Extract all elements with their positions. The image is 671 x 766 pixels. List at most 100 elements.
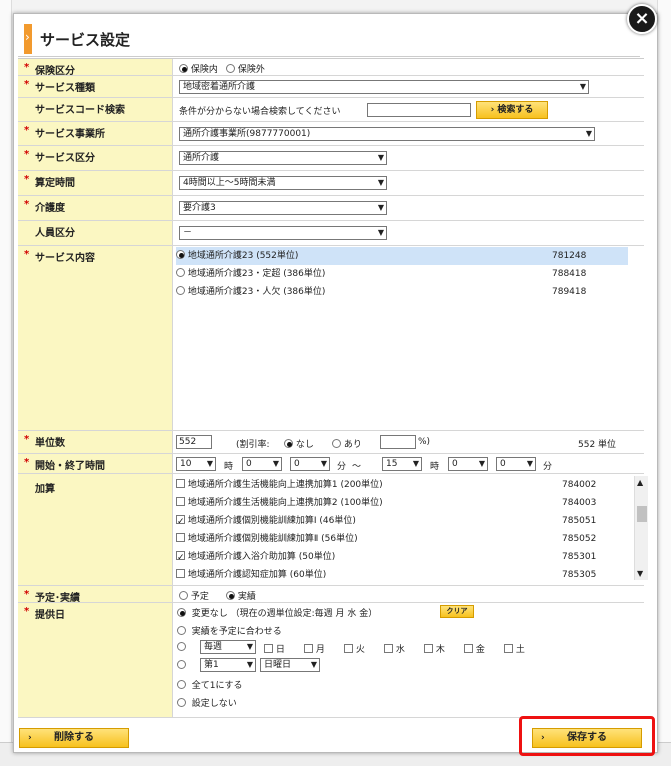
row-service-class: * サービス区分 通所介護 ▼ <box>18 146 644 171</box>
radio-icon[interactable] <box>226 591 235 600</box>
checkbox-icon[interactable] <box>384 644 393 653</box>
radio-icon[interactable] <box>177 626 186 635</box>
service-content-item[interactable]: 地域通所介護23・人欠 (386単位) 789418 <box>176 283 628 301</box>
clear-button[interactable]: クリア <box>440 605 474 618</box>
radio-icon[interactable] <box>332 439 341 448</box>
radio-icon[interactable] <box>176 286 185 295</box>
checkbox-icon[interactable] <box>176 513 185 531</box>
discount-yes-option[interactable]: あり <box>332 437 362 450</box>
start-minute1-select[interactable]: 0 ▼ <box>242 457 282 471</box>
close-button[interactable]: × <box>627 4 657 34</box>
end-minute1-select[interactable]: 0 ▼ <box>448 457 488 471</box>
additions-scrollbar[interactable]: ▲ ▼ <box>634 476 648 580</box>
radio-icon[interactable] <box>284 439 293 448</box>
radio-icon[interactable] <box>176 250 185 259</box>
staff-class-label: 人員区分 <box>35 228 75 239</box>
checkbox-icon[interactable] <box>176 497 185 506</box>
radio-icon[interactable] <box>177 608 186 617</box>
checkbox-icon[interactable] <box>176 533 185 542</box>
code-search-input[interactable] <box>367 103 471 117</box>
provider-label: サービス事業所 <box>35 129 105 140</box>
scroll-up-icon[interactable]: ▲ <box>637 478 643 487</box>
code-search-label: サービスコード検索 <box>35 105 125 116</box>
insurance-option-out[interactable]: 保険外 <box>226 62 265 75</box>
chevron-down-icon: ▼ <box>310 660 317 669</box>
plan-option[interactable]: 予定 <box>179 589 209 602</box>
scroll-down-icon[interactable]: ▼ <box>637 569 643 578</box>
row-code-search: サービスコード検索 条件が分からない場合検索してください › 検索する <box>18 98 644 122</box>
weekday-select[interactable]: 日曜日 ▼ <box>260 658 320 672</box>
units-label: 単位数 <box>35 438 65 449</box>
checkbox-icon[interactable] <box>424 644 433 653</box>
addition-item[interactable]: 地域通所介護認知症加算 (60単位) 785305 <box>176 566 632 580</box>
service-type-select[interactable]: 地域密着通所介護 ▼ <box>179 80 589 94</box>
checkbox-icon[interactable] <box>304 644 313 653</box>
row-service-type: * サービス種類 地域密着通所介護 ▼ <box>18 76 644 98</box>
checkbox-icon[interactable] <box>176 549 185 567</box>
day-checkbox[interactable]: 木 <box>424 642 445 655</box>
day-checkbox[interactable]: 金 <box>464 642 485 655</box>
additions-list[interactable]: 地域通所介護生活機能向上連携加算1 (200単位) 784002 地域通所介護生活… <box>176 476 648 580</box>
provide-date-option-none[interactable]: 設定しない <box>177 696 237 709</box>
provide-date-option-weekly[interactable] <box>177 642 186 653</box>
start-minute2-select[interactable]: 0 ▼ <box>290 457 330 471</box>
code-search-prompt: 条件が分からない場合検索してください <box>179 107 341 117</box>
discount-none-option[interactable]: なし <box>284 437 314 450</box>
checkbox-icon[interactable] <box>176 569 185 578</box>
checkbox-icon[interactable] <box>176 479 185 488</box>
required-mark: * <box>24 62 30 73</box>
frequency-select[interactable]: 毎週 ▼ <box>200 640 256 654</box>
day-checkbox[interactable]: 日 <box>264 642 285 655</box>
delete-button[interactable]: › 削除する <box>19 728 129 748</box>
provider-select[interactable]: 通所介護事業所(9877770001) ▼ <box>179 127 595 141</box>
chevron-down-icon: ▼ <box>377 228 384 237</box>
day-checkbox[interactable]: 火 <box>344 642 365 655</box>
checkbox-icon[interactable] <box>504 644 513 653</box>
radio-icon[interactable] <box>177 660 186 669</box>
end-hour-select[interactable]: 15 ▼ <box>382 457 422 471</box>
radio-icon[interactable] <box>179 591 188 600</box>
checkbox-icon[interactable] <box>344 644 353 653</box>
week-number-select[interactable]: 第1 ▼ <box>200 658 256 672</box>
save-button[interactable]: › 保存する <box>532 728 642 748</box>
provide-date-option-nochange[interactable]: 変更なし （現在の週単位設定:毎週 月 水 金） <box>177 606 377 619</box>
day-checkbox[interactable]: 土 <box>504 642 525 655</box>
radio-icon[interactable] <box>177 698 186 707</box>
service-content-item[interactable]: 地域通所介護23 (552単位) 781248 <box>176 247 628 265</box>
radio-icon[interactable] <box>177 642 186 651</box>
units-input[interactable]: 552 <box>176 435 212 449</box>
care-level-select[interactable]: 要介護3 ▼ <box>179 201 387 215</box>
checkbox-icon[interactable] <box>464 644 473 653</box>
service-class-select[interactable]: 通所介護 ▼ <box>179 151 387 165</box>
addition-item[interactable]: 地域通所介護生活機能向上連携加算2 (100単位) 784003 <box>176 494 632 512</box>
addition-item[interactable]: 地域通所介護個別機能訓練加算Ⅱ (56単位) 785052 <box>176 530 632 548</box>
addition-item[interactable]: 地域通所介護個別機能訓練加算Ⅰ (46単位)785051 <box>176 512 632 531</box>
insurance-option-in[interactable]: 保険内 <box>179 62 218 75</box>
row-provider: * サービス事業所 通所介護事業所(9877770001) ▼ <box>18 122 644 146</box>
day-checkbox[interactable]: 水 <box>384 642 405 655</box>
start-hour-select[interactable]: 10 ▼ <box>176 457 216 471</box>
discount-rate-input[interactable] <box>380 435 416 449</box>
row-care-level: * 介護度 要介護3 ▼ <box>18 196 644 221</box>
row-additions: 加算 地域通所介護生活機能向上連携加算1 (200単位) 784002 地域通所介… <box>18 474 648 586</box>
row-service-content: * サービス内容 地域通所介護23 (552単位) 781248 地域通所介護23・… <box>18 246 644 431</box>
radio-icon[interactable] <box>177 680 186 689</box>
addition-item[interactable]: 地域通所介護入浴介助加算 (50単位)785301 <box>176 548 632 567</box>
day-checkbox[interactable]: 月 <box>304 642 325 655</box>
addition-item[interactable]: 地域通所介護生活機能向上連携加算1 (200単位) 784002 <box>176 476 632 494</box>
provide-date-option-all[interactable]: 全て1にする <box>177 678 243 691</box>
radio-icon[interactable] <box>176 268 185 277</box>
checkbox-icon[interactable] <box>264 644 273 653</box>
radio-icon[interactable] <box>179 64 188 73</box>
service-content-item[interactable]: 地域通所介護23・定超 (386単位) 788418 <box>176 265 628 283</box>
minute-unit: 分 <box>337 462 347 472</box>
code-search-button[interactable]: › 検索する <box>476 101 548 119</box>
actual-option[interactable]: 実績 <box>226 589 256 602</box>
radio-icon[interactable] <box>226 64 235 73</box>
staff-class-select[interactable]: － ▼ <box>179 226 387 240</box>
provide-date-option-nth[interactable] <box>177 660 186 671</box>
scroll-thumb[interactable] <box>637 506 647 522</box>
end-minute2-select[interactable]: 0 ▼ <box>496 457 536 471</box>
calc-time-select[interactable]: 4時間以上～5時間未満 ▼ <box>179 176 387 190</box>
provide-date-option-match[interactable]: 実績を予定に合わせる <box>177 624 282 637</box>
